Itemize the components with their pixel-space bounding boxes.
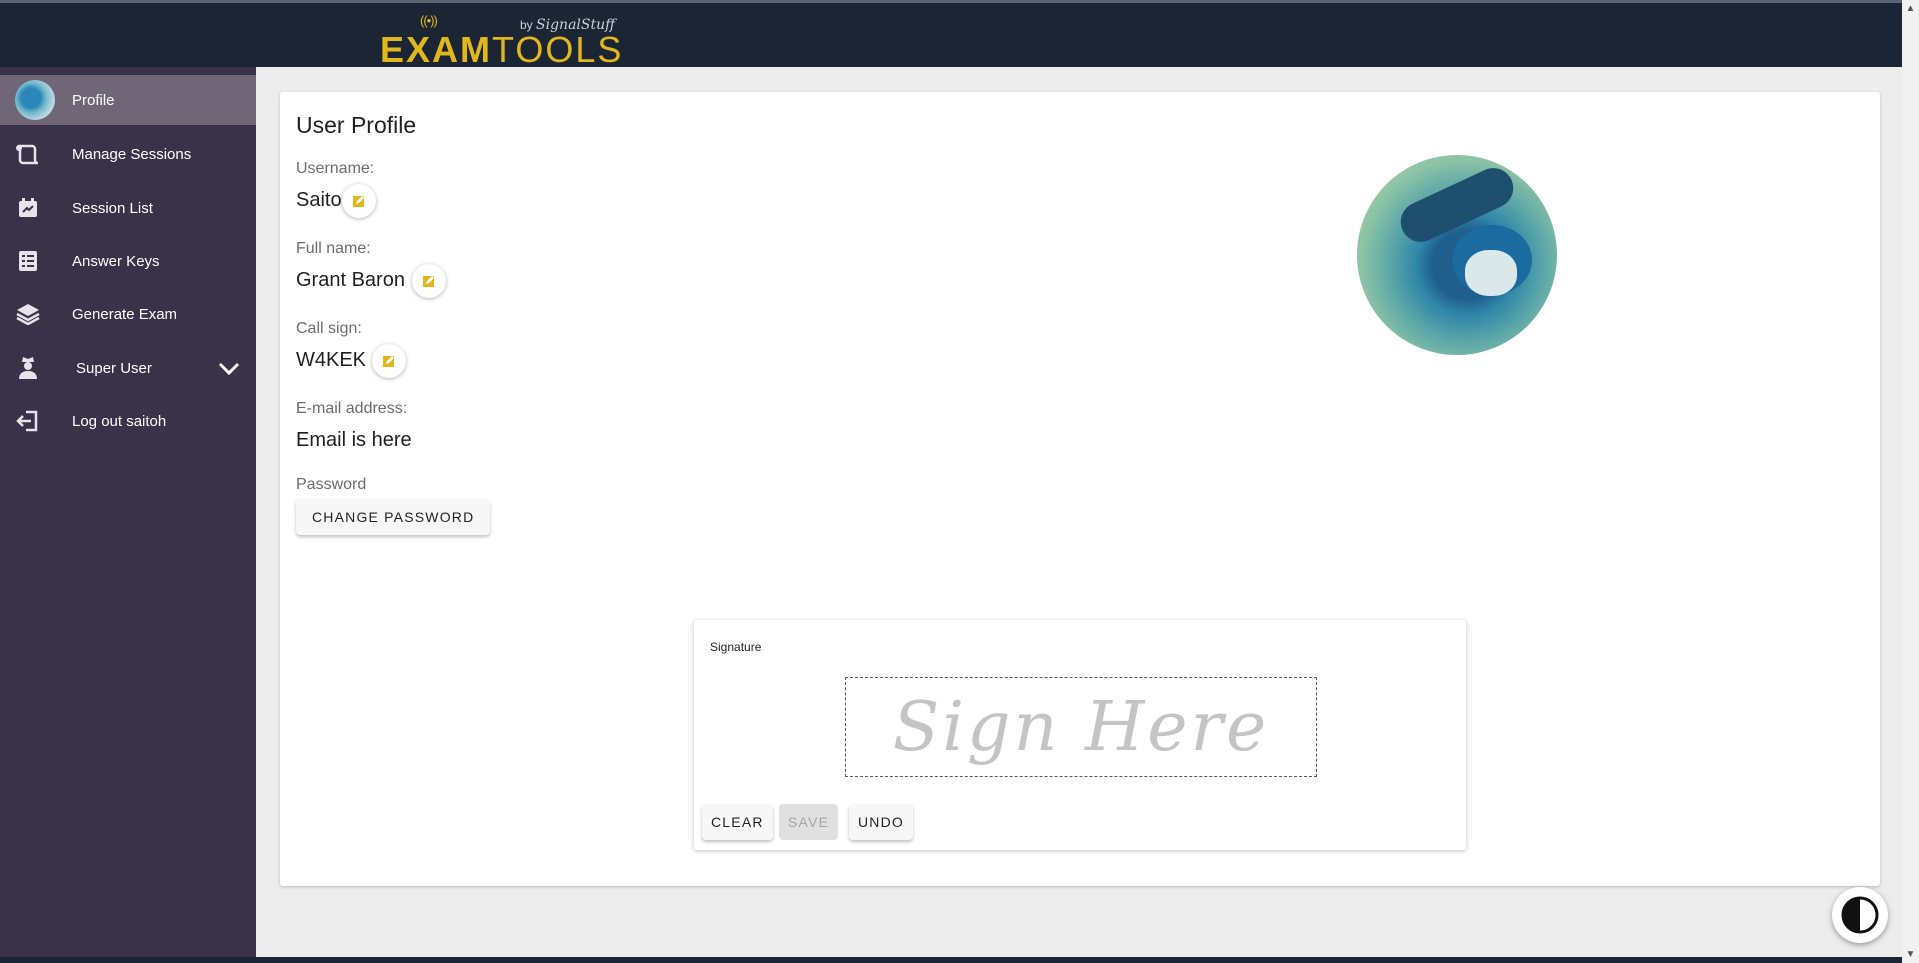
sidebar-item-label: Manage Sessions — [72, 145, 192, 163]
chevron-down-icon[interactable] — [216, 355, 242, 381]
clear-button[interactable]: CLEAR — [702, 804, 773, 840]
signature-title: Signature — [710, 640, 762, 654]
sidebar-item-session-list[interactable]: Session List — [0, 183, 256, 233]
save-button[interactable]: SAVE — [779, 804, 839, 840]
callsign-label: Call sign: — [296, 320, 362, 337]
calendar-icon — [15, 195, 41, 221]
signature-panel: Signature Sign Here CLEAR SAVE UNDO — [694, 620, 1466, 850]
edit-icon — [423, 276, 434, 287]
sidebar-item-super-user[interactable]: Super User — [0, 343, 256, 393]
email-label: E-mail address: — [296, 400, 408, 417]
logo-byline: by SignalStuff — [520, 17, 616, 33]
edit-fullname-button[interactable] — [412, 264, 446, 298]
email-value: Email is here — [296, 429, 412, 451]
change-password-button[interactable]: CHANGE PASSWORD — [296, 499, 491, 535]
sidebar-item-answer-keys[interactable]: Answer Keys — [0, 236, 256, 286]
fullname-value: Grant Baron — [296, 269, 405, 291]
scroll-icon — [15, 141, 41, 167]
layers-icon — [15, 301, 41, 327]
sidebar-item-profile[interactable]: Profile — [0, 75, 256, 125]
signature-canvas[interactable]: Sign Here — [845, 677, 1317, 777]
sidebar-item-label: Log out saitoh — [72, 412, 167, 430]
signature-placeholder: Sign Here — [892, 687, 1270, 767]
edit-icon — [353, 196, 364, 207]
edit-callsign-button[interactable] — [372, 344, 406, 378]
page-scrollbar[interactable]: ▲ ▼ — [1902, 0, 1919, 963]
avatar — [15, 80, 55, 120]
top-app-bar: ((•)) EXAM TOOLS by SignalStuff — [0, 0, 1902, 70]
sidebar-item-label: Generate Exam — [72, 305, 178, 323]
edit-icon — [383, 356, 394, 367]
username-value: Saito — [296, 189, 342, 211]
spy-icon — [15, 355, 41, 381]
scroll-up-icon[interactable]: ▲ — [1902, 0, 1919, 17]
undo-button[interactable]: UNDO — [849, 804, 914, 840]
sidebar-item-label: Profile — [72, 91, 115, 109]
contrast-icon — [1841, 896, 1879, 934]
callsign-value: W4KEK — [296, 349, 367, 371]
edit-username-button[interactable] — [342, 184, 376, 218]
list-icon — [15, 248, 41, 274]
sidebar-item-generate-exam[interactable]: Generate Exam — [0, 289, 256, 339]
logout-icon — [15, 408, 41, 434]
sidebar-item-label: Super User — [76, 359, 152, 377]
scroll-down-icon[interactable]: ▼ — [1902, 946, 1919, 963]
fullname-label: Full name: — [296, 240, 371, 257]
taskbar-edge — [0, 957, 1902, 963]
sidebar-item-label: Answer Keys — [72, 252, 160, 270]
password-label: Password — [296, 476, 367, 493]
sidebar-item-label: Session List — [72, 199, 153, 217]
theme-toggle-button[interactable] — [1832, 887, 1888, 943]
sidebar-item-logout[interactable]: Log out saitoh — [0, 396, 256, 446]
sidebar-item-manage-sessions[interactable]: Manage Sessions — [0, 129, 256, 179]
page-title: User Profile — [296, 112, 417, 138]
username-label: Username: — [296, 160, 375, 177]
sidebar: Profile Manage Sessions Session List Ans… — [0, 67, 256, 963]
logo-tools-text: TOOLS — [492, 29, 624, 70]
logo-exam-text: EXAM — [380, 29, 493, 70]
antenna-icon: ((•)) — [420, 13, 438, 28]
profile-picture[interactable] — [1357, 155, 1557, 355]
